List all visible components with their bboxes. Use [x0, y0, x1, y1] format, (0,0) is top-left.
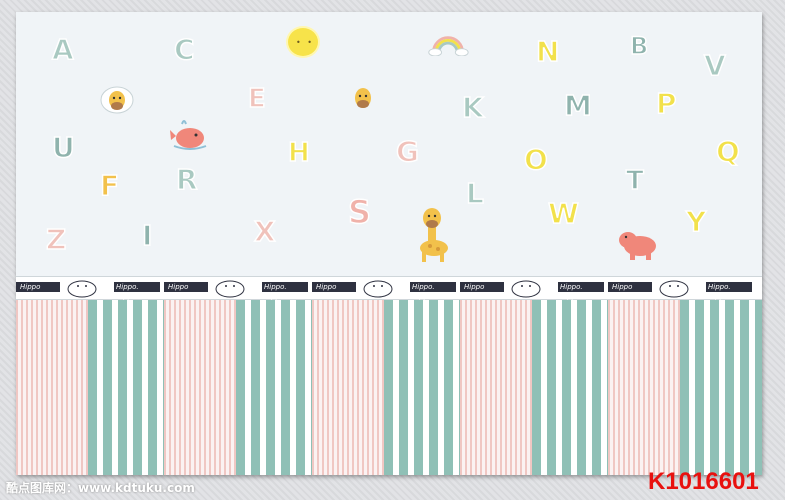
- hippo-tag: Hippo. Hippo: [706, 282, 752, 301]
- letter-w: W: [547, 197, 579, 230]
- hippo-tag: Hippo: [16, 282, 60, 292]
- hippo-face-icon: [511, 280, 541, 298]
- letter-h: H: [287, 138, 310, 168]
- hippo-face-icon: [67, 280, 97, 298]
- band-tile: Hippo Hippo. Hippo: [608, 277, 756, 301]
- hippo-face-icon: [363, 280, 393, 298]
- hippo-tag: Hippo. Hippo: [410, 282, 456, 301]
- letter-t: T: [625, 166, 644, 196]
- letter-i: I: [141, 219, 153, 252]
- pink-stripe-section: [608, 300, 680, 475]
- letter-u: U: [51, 131, 75, 164]
- letter-k: K: [461, 91, 484, 124]
- letter-b: B: [629, 32, 649, 60]
- hippo-tag: Hippo: [312, 282, 356, 292]
- green-stripe-section: [384, 300, 460, 475]
- rainbow-icon: [428, 36, 469, 56]
- band-tile: [756, 277, 762, 299]
- band-tile: Hippo Hippo. Hippo: [164, 277, 312, 301]
- hippo-tag: Hippo. Hippo: [114, 282, 160, 301]
- letter-x: X: [253, 215, 276, 248]
- hippo-face-icon: [215, 280, 245, 298]
- band-tile: Hippo Hippo. Hippo: [460, 277, 608, 301]
- sun-icon: • •: [288, 28, 318, 56]
- whale-icon: [170, 120, 207, 150]
- hippo-tag: Hippo: [460, 282, 504, 292]
- giraffe-head-icon: [355, 88, 371, 108]
- letter-g: G: [395, 135, 419, 168]
- band-tile: Hippo Hippo. Hippo: [312, 277, 460, 301]
- giraffe-icon: [420, 208, 448, 262]
- letter-p: P: [655, 87, 677, 120]
- band-row: Hippo Hippo. Hippo Hippo Hippo. Hippo Hi…: [16, 277, 762, 301]
- letter-e: E: [247, 84, 266, 114]
- wallpaper-panel: A C N B V E K M P U H G O Q F R T L S W …: [16, 12, 762, 475]
- letter-o: O: [523, 143, 548, 176]
- green-stripe-section: [532, 300, 608, 475]
- letter-y: Y: [685, 205, 707, 238]
- letter-z: Z: [45, 223, 67, 256]
- letter-q: Q: [715, 135, 740, 168]
- hippo-tag: Hippo. Hippo: [262, 282, 308, 301]
- site-watermark: 酷点图库网：www.kdtuku.com: [6, 481, 195, 495]
- hippo-tag: Hippo: [608, 282, 652, 292]
- product-code: K1016601: [648, 468, 759, 495]
- hippo-tag: Hippo: [164, 282, 208, 292]
- hippo-tag: Hippo. Hippo: [558, 282, 604, 301]
- band-tile: Hippo Hippo. Hippo: [16, 277, 164, 301]
- giraffe-head-icon: [100, 86, 134, 114]
- letter-f: F: [99, 169, 120, 202]
- pink-stripe-section: [460, 300, 532, 475]
- pink-stripe-section: [16, 300, 88, 475]
- letter-a: A: [51, 33, 74, 66]
- letter-v: V: [703, 49, 726, 82]
- pink-stripe-section: [312, 300, 384, 475]
- letter-r: R: [175, 163, 198, 196]
- green-stripe-section: [88, 300, 164, 475]
- letter-c: C: [173, 33, 195, 66]
- green-stripe-section: [680, 300, 762, 475]
- letter-l: L: [465, 177, 484, 210]
- letter-m: M: [563, 89, 592, 122]
- letter-s: S: [347, 193, 372, 231]
- hippo-face-icon: [659, 280, 689, 298]
- pink-stripe-section: [164, 300, 236, 475]
- hippo-icon: [619, 232, 656, 260]
- letter-n: N: [535, 35, 560, 68]
- alphabet-area: A C N B V E K M P U H G O Q F R T L S W …: [16, 12, 762, 274]
- striped-lower-wall: [16, 300, 762, 475]
- hippo-border-band: Hippo Hippo. Hippo Hippo Hippo. Hippo Hi…: [16, 276, 762, 301]
- green-stripe-section: [236, 300, 312, 475]
